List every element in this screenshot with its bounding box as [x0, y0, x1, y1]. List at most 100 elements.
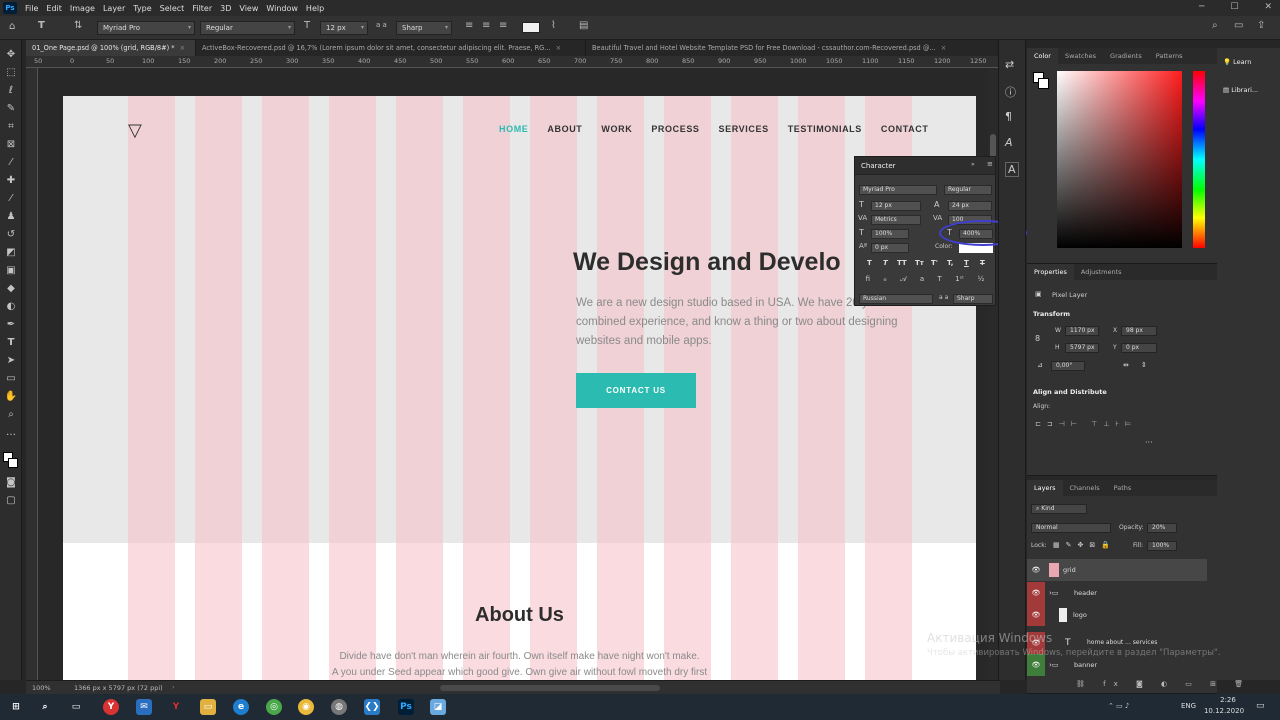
tray-icons[interactable]: ⌃ ▭ ♪: [1108, 702, 1129, 710]
layer-row-logo[interactable]: 👁 logo: [1027, 604, 1207, 626]
clock-time[interactable]: 2:26: [1210, 696, 1246, 704]
subscript-button[interactable]: T,: [947, 259, 953, 267]
eyedropper-icon[interactable]: ⁄: [3, 156, 19, 170]
crop-tool-icon[interactable]: ⌗: [3, 120, 19, 134]
menu-layer[interactable]: Layer: [99, 4, 129, 13]
tab-activebox[interactable]: ActiveBox-Recovered.psd @ 16,7% (Lorem i…: [196, 40, 586, 56]
home-icon[interactable]: ⌂: [9, 21, 15, 32]
rectangle-tool-icon[interactable]: ▭: [3, 372, 19, 386]
mail-icon[interactable]: ✉: [136, 699, 152, 715]
app-blue-icon[interactable]: ◪: [430, 699, 446, 715]
marquee-tool-icon[interactable]: ⬚: [3, 66, 19, 80]
contact-us-button[interactable]: CONTACT US: [576, 373, 696, 408]
history-icon[interactable]: ⇄: [1005, 58, 1014, 71]
menu-help[interactable]: Help: [302, 4, 328, 13]
char-aa-select[interactable]: Sharp: [953, 294, 993, 304]
text-color-swatch[interactable]: [522, 22, 540, 33]
hue-slider[interactable]: [1193, 71, 1205, 248]
tab-channels[interactable]: Channels: [1063, 480, 1107, 496]
app-gray-icon[interactable]: ◍: [331, 699, 347, 715]
menu-select[interactable]: Select: [156, 4, 189, 13]
menu-view[interactable]: View: [235, 4, 262, 13]
info-icon[interactable]: ⓘ: [1005, 84, 1016, 100]
align-right-icon[interactable]: ≡: [499, 20, 507, 31]
char-kerning-field[interactable]: Metrics: [871, 215, 921, 225]
char-vscale-field[interactable]: 100%: [871, 229, 909, 239]
document-info[interactable]: 1366 px x 5797 px (72 ppi): [74, 684, 163, 692]
char-baseline-field[interactable]: 0 px: [871, 243, 909, 253]
width-field[interactable]: 1170 px: [1065, 326, 1099, 336]
clock-date[interactable]: 10.12.2020: [1202, 707, 1246, 715]
status-arrow-icon[interactable]: ›: [172, 683, 175, 691]
alternates-icon[interactable]: a: [920, 275, 924, 287]
stamp-tool-icon[interactable]: ♟: [3, 210, 19, 224]
y-field[interactable]: 0 px: [1121, 343, 1157, 353]
flip-vertical-icon[interactable]: ⇕: [1141, 361, 1147, 369]
history-brush-icon[interactable]: ↺: [3, 228, 19, 242]
layer-row-grid[interactable]: 👁 grid: [1027, 559, 1207, 581]
tab-layers[interactable]: Layers: [1027, 480, 1063, 496]
char-language-select[interactable]: Russian: [859, 294, 933, 304]
file-explorer-icon[interactable]: ▭: [200, 699, 216, 715]
antialias-select[interactable]: Sharp ▾: [396, 21, 452, 35]
tab-gradients[interactable]: Gradients: [1103, 48, 1149, 64]
nav-contact[interactable]: CONTACT: [881, 124, 929, 134]
small-caps-button[interactable]: Tт: [915, 259, 924, 267]
close-tab-icon[interactable]: ×: [556, 44, 562, 52]
menu-file[interactable]: File: [21, 4, 42, 13]
vscode-icon[interactable]: ❮❯: [364, 699, 380, 715]
faux-italic-button[interactable]: T: [883, 259, 888, 267]
share-icon[interactable]: ⇪: [1257, 20, 1265, 31]
tab-patterns[interactable]: Patterns: [1149, 48, 1190, 64]
pen-tool-icon[interactable]: ✒: [3, 318, 19, 332]
paragraph-icon[interactable]: ¶: [1005, 110, 1012, 123]
nav-process[interactable]: PROCESS: [651, 124, 699, 134]
visibility-eye-icon[interactable]: 👁: [1027, 582, 1045, 604]
all-caps-button[interactable]: TT: [897, 259, 907, 267]
workspace-icon[interactable]: ▭: [1234, 20, 1243, 31]
background-color-swatch[interactable]: [8, 458, 18, 468]
visibility-eye-icon[interactable]: 👁: [1027, 604, 1045, 626]
minimize-icon[interactable]: ─: [1199, 2, 1204, 12]
canvas-area[interactable]: ▽ HOME ABOUT WORK PROCESS SERVICES TESTI…: [38, 68, 988, 680]
nav-about[interactable]: ABOUT: [547, 124, 582, 134]
tab-travel-template[interactable]: Beautiful Travel and Hotel Website Templ…: [586, 40, 1000, 56]
menu-3d[interactable]: 3D: [216, 4, 235, 13]
type-tool-icon[interactable]: T: [38, 20, 45, 31]
visibility-eye-icon[interactable]: 👁: [1027, 559, 1045, 581]
menu-image[interactable]: Image: [66, 4, 99, 13]
path-select-icon[interactable]: ➤: [3, 354, 19, 368]
close-tab-icon[interactable]: ×: [941, 44, 947, 52]
gradient-tool-icon[interactable]: ▣: [3, 264, 19, 278]
menu-edit[interactable]: Edit: [42, 4, 66, 13]
search-icon[interactable]: ⌕: [1212, 20, 1218, 31]
tab-adjustments[interactable]: Adjustments: [1074, 264, 1129, 280]
screen-mode-icon[interactable]: ▢: [3, 494, 19, 508]
height-field[interactable]: 5797 px: [1065, 343, 1099, 353]
close-icon[interactable]: ✕: [1264, 2, 1272, 12]
font-style-select[interactable]: Regular ▾: [200, 21, 295, 35]
superscript-button[interactable]: T': [931, 259, 938, 267]
character-icon[interactable]: A: [1005, 162, 1019, 177]
horizontal-scrollbar[interactable]: [440, 685, 660, 691]
close-tab-icon[interactable]: ×: [180, 44, 186, 52]
layer-kind-filter[interactable]: ⌕ Kind: [1031, 504, 1087, 514]
swash-icon[interactable]: 𝒜: [900, 275, 907, 287]
ligature-icon[interactable]: fi: [866, 275, 870, 287]
strikethrough-button[interactable]: T: [980, 259, 985, 267]
libraries-item[interactable]: ▤ Librari...: [1223, 86, 1258, 94]
color-spectrum[interactable]: [1057, 71, 1182, 248]
underline-button[interactable]: T: [964, 259, 969, 267]
menu-type[interactable]: Type: [129, 4, 155, 13]
chrome-icon[interactable]: ◉: [298, 699, 314, 715]
blend-mode-select[interactable]: Normal: [1031, 523, 1111, 533]
layer-row-header[interactable]: 👁 ›▭ header: [1027, 582, 1207, 604]
char-style-select[interactable]: Regular: [944, 185, 992, 195]
color-background-swatch[interactable]: [1038, 78, 1049, 89]
align-header[interactable]: Align and Distribute: [1033, 388, 1107, 396]
search-taskbar-icon[interactable]: ⌕: [37, 699, 53, 715]
notifications-icon[interactable]: ▭: [1256, 701, 1265, 711]
titling-icon[interactable]: T: [937, 275, 941, 287]
hand-tool-icon[interactable]: ✋: [3, 390, 19, 404]
old-style-icon[interactable]: ℴ: [883, 275, 886, 287]
